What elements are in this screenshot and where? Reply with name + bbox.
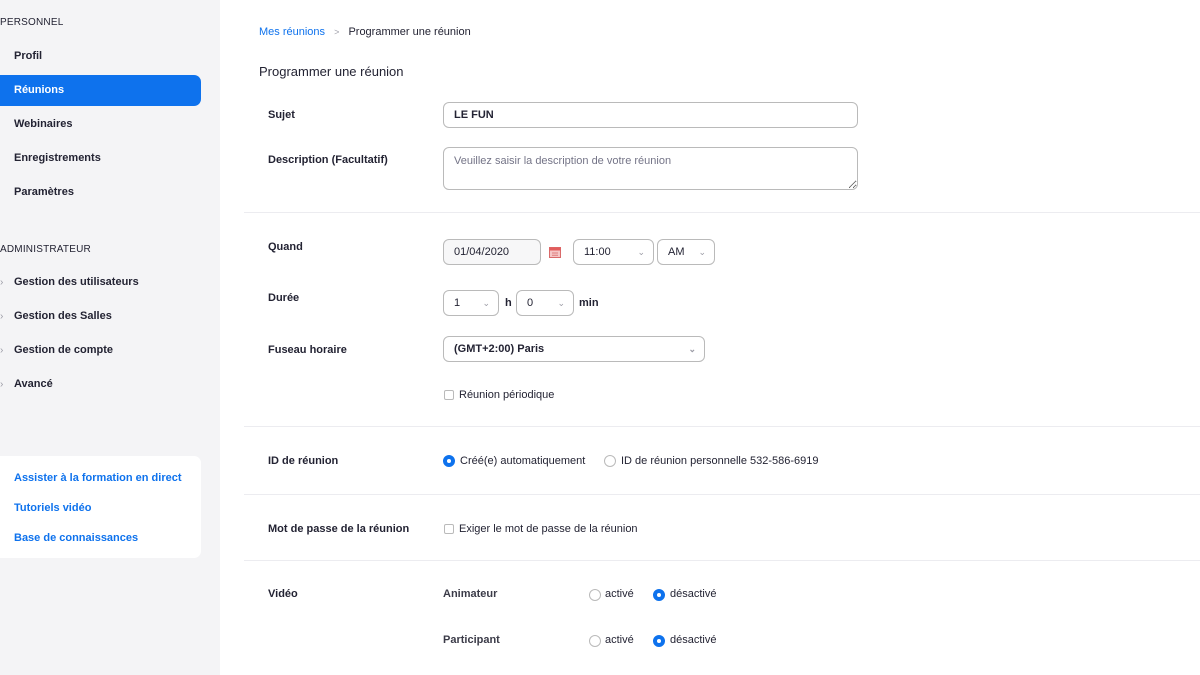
description-label: Description (Facultatif) [268,154,388,166]
calendar-icon[interactable] [549,246,561,258]
sidebar-item-webinars[interactable]: Webinaires [0,109,201,140]
sidebar-item-label: Gestion de compte [14,344,114,356]
help-link-knowledge-base[interactable]: Base de connaissances [14,532,138,544]
divider [244,494,1200,495]
host-video-off-radio[interactable] [653,589,665,601]
breadcrumb-current: Programmer une réunion [348,26,471,38]
help-link-video-tutorials[interactable]: Tutoriels vidéo [14,502,91,514]
chevron-down-icon: ⌄ [698,247,706,257]
recurring-checkbox[interactable] [444,390,454,400]
sidebar-item-account-management[interactable]: › Gestion de compte [0,340,113,360]
help-link-live-training[interactable]: Assister à la formation en direct [14,472,182,484]
divider [244,212,1200,213]
sidebar-item-advanced[interactable]: › Avancé [0,374,53,394]
require-password-checkbox[interactable] [444,524,454,534]
duration-hours-value: 1 [454,297,461,309]
sidebar-item-label: Gestion des utilisateurs [14,276,139,288]
sidebar-item-user-management[interactable]: › Gestion des utilisateurs [0,272,139,292]
topic-label: Sujet [268,109,295,121]
chevron-down-icon: ⌄ [482,298,490,308]
minutes-unit: min [579,297,599,309]
require-password-label: Exiger le mot de passe de la réunion [459,523,638,535]
section-title-admin: ADMINISTRATEUR [0,244,91,255]
chevron-right-icon: › [0,345,4,356]
host-video-on-radio[interactable] [589,589,601,601]
sidebar-item-room-management[interactable]: › Gestion des Salles [0,306,112,326]
topic-input[interactable] [443,102,858,128]
meeting-id-auto-radio[interactable] [443,455,455,467]
chevron-right-icon: › [0,277,4,288]
timezone-label: Fuseau horaire [268,344,347,356]
section-title-personal: PERSONNEL [0,17,64,28]
description-textarea[interactable] [443,147,858,190]
divider [244,426,1200,427]
timezone-value: (GMT+2:00) Paris [454,343,545,355]
sidebar-item-profile[interactable]: Profil [0,41,201,72]
chevron-down-icon: ⌄ [557,298,565,308]
chevron-right-icon: › [0,379,4,390]
meeting-id-personal-radio[interactable] [604,455,616,467]
when-label: Quand [268,241,303,253]
breadcrumb-my-meetings-link[interactable]: Mes réunions [259,26,325,38]
sidebar-item-settings[interactable]: Paramètres [0,177,201,208]
recurring-label: Réunion périodique [459,389,555,401]
chevron-right-icon: › [0,311,4,322]
host-label: Animateur [443,588,498,600]
duration-label: Durée [268,292,300,304]
meeting-id-auto-label: Créé(e) automatiquement [460,455,586,467]
meeting-id-personal-label: ID de réunion personnelle 532-586-6919 [621,455,819,467]
sidebar: PERSONNEL Profil Réunions Webinaires Enr… [0,0,220,675]
time-select[interactable]: 11:00 ⌄ [573,239,654,265]
sidebar-item-label: Gestion des Salles [14,310,112,322]
duration-minutes-value: 0 [527,297,534,309]
help-box: Assister à la formation en direct Tutori… [0,456,201,558]
breadcrumb: Mes réunions > Programmer une réunion [259,26,471,38]
chevron-down-icon: ⌄ [688,344,696,354]
host-video-off-label: désactivé [670,588,717,600]
chevron-down-icon: ⌄ [637,247,645,257]
page-title: Programmer une réunion [259,64,404,79]
password-label: Mot de passe de la réunion [268,523,410,535]
participant-video-off-label: désactivé [670,634,717,646]
hours-unit: h [505,297,512,309]
timezone-select[interactable]: (GMT+2:00) Paris ⌄ [443,336,705,362]
date-input[interactable]: 01/04/2020 [443,239,541,265]
ampm-select[interactable]: AM ⌄ [657,239,715,265]
divider [244,560,1200,561]
participant-label: Participant [443,634,500,646]
participant-video-off-radio[interactable] [653,635,665,647]
breadcrumb-separator: > [334,27,340,37]
meeting-id-label: ID de réunion [268,455,339,467]
participant-video-on-label: activé [605,634,634,646]
main-content: Mes réunions > Programmer une réunion Pr… [220,0,1200,675]
sidebar-item-recordings[interactable]: Enregistrements [0,143,201,174]
host-video-on-label: activé [605,588,634,600]
duration-hours-select[interactable]: 1 ⌄ [443,290,499,316]
time-value: 11:00 [584,246,611,258]
video-label: Vidéo [268,588,298,600]
participant-video-on-radio[interactable] [589,635,601,647]
duration-minutes-select[interactable]: 0 ⌄ [516,290,574,316]
sidebar-item-meetings[interactable]: Réunions [0,75,201,106]
sidebar-item-label: Avancé [14,378,53,390]
ampm-value: AM [668,246,685,258]
